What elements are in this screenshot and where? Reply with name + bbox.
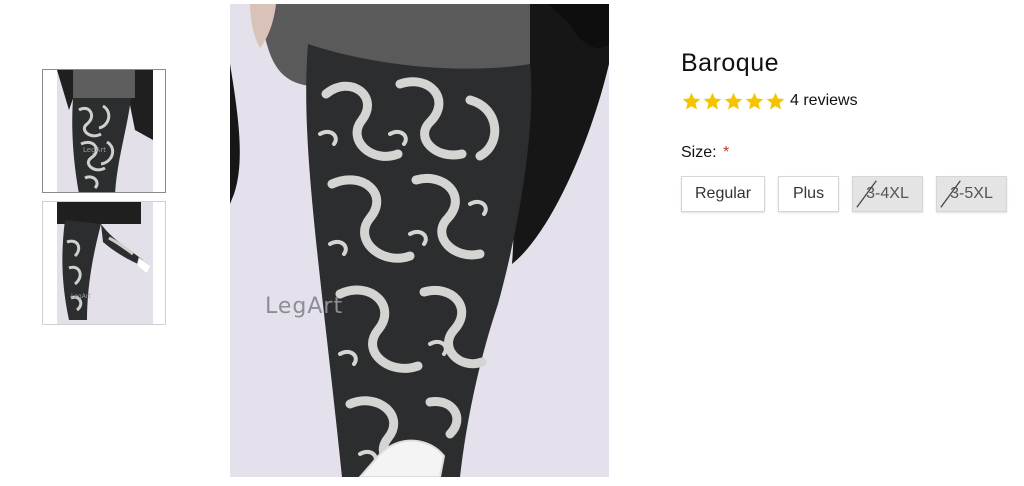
- size-label: Size: *: [681, 144, 1021, 162]
- size-option-plus[interactable]: Plus: [778, 176, 839, 212]
- svg-text:LegArt: LegArt: [83, 146, 106, 154]
- thumbnail-2[interactable]: LegArt: [42, 201, 166, 325]
- brand-watermark: LegArt: [265, 294, 344, 319]
- size-option-regular[interactable]: Regular: [681, 176, 765, 212]
- thumbnail-2-image: LegArt: [43, 202, 165, 324]
- star-icon: [766, 92, 785, 109]
- unavailable-slash-icon: [940, 180, 961, 208]
- star-icon: [745, 92, 764, 109]
- size-option-3-5xl[interactable]: 3-5XL: [936, 176, 1007, 212]
- star-icon: [724, 92, 743, 109]
- size-option-3-4xl[interactable]: 3-4XL: [852, 176, 923, 212]
- thumbnail-1[interactable]: LegArt: [42, 69, 166, 193]
- thumbnail-list: LegArt LegArt: [42, 69, 166, 333]
- product-rating[interactable]: 4 reviews: [681, 90, 1021, 112]
- required-mark: *: [723, 144, 730, 161]
- rating-stars: [681, 91, 786, 112]
- product-photo: [230, 4, 609, 477]
- product-details: Baroque 4 reviews Size: * Regular Plus 3…: [681, 46, 1021, 212]
- star-icon: [703, 92, 722, 109]
- size-label-text: Size:: [681, 144, 717, 161]
- thumbnail-1-image: LegArt: [43, 70, 165, 192]
- size-option-label: Plus: [792, 185, 825, 202]
- unavailable-slash-icon: [856, 180, 877, 208]
- main-product-image[interactable]: LegArt: [230, 4, 609, 477]
- star-icon: [682, 92, 701, 109]
- reviews-link[interactable]: 4 reviews: [790, 92, 858, 110]
- size-option-label: Regular: [694, 185, 752, 202]
- svg-text:LegArt: LegArt: [71, 293, 91, 300]
- product-title: Baroque: [681, 49, 780, 77]
- size-options: Regular Plus 3-4XL 3-5XL: [681, 176, 1021, 212]
